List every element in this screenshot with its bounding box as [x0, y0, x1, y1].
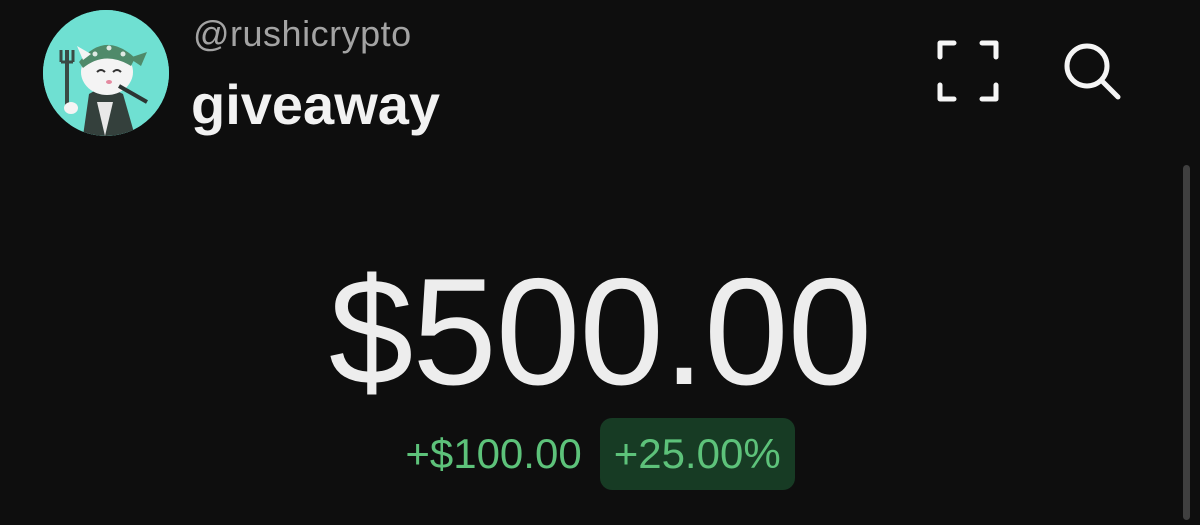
- balance-change: +$100.00 +25.00%: [0, 418, 1200, 490]
- scan-button[interactable]: [933, 36, 1003, 106]
- wallet-screen: @rushicrypto giveaway $500.00 +$100.00 +…: [0, 0, 1200, 525]
- search-button[interactable]: [1057, 36, 1127, 106]
- change-amount: +$100.00: [405, 430, 582, 477]
- scrollbar[interactable]: [1183, 165, 1190, 520]
- wallet-name[interactable]: giveaway: [191, 72, 440, 138]
- account-handle: @rushicrypto: [193, 13, 412, 54]
- total-balance: $500.00: [328, 247, 872, 417]
- search-icon: [1064, 43, 1121, 100]
- avatar[interactable]: [43, 10, 169, 136]
- scan-frame-icon: [937, 40, 999, 102]
- cat-avatar-icon: [43, 10, 169, 136]
- change-percent-badge: +25.00%: [599, 418, 795, 490]
